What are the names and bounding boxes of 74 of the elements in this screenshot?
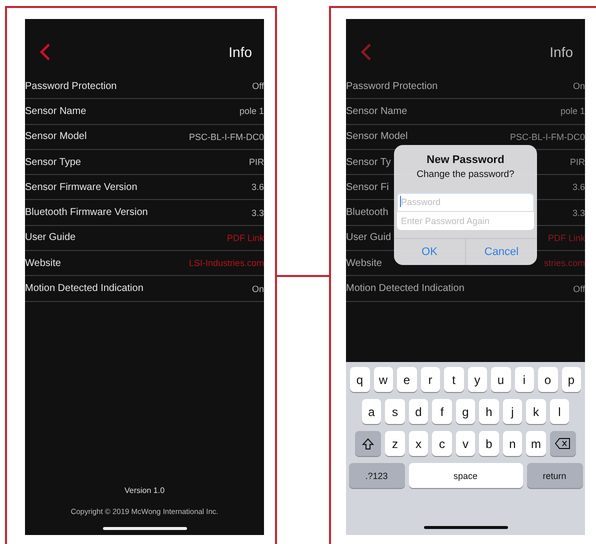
keyboard-key[interactable]: j	[502, 399, 522, 424]
keyboard-key[interactable]: b	[479, 431, 499, 456]
setting-value: pole 1	[560, 106, 585, 116]
setting-label: Sensor Model	[25, 131, 87, 142]
setting-label: Password Protection	[25, 80, 117, 92]
screen-title: Info	[550, 44, 573, 60]
keyboard-key[interactable]: w	[374, 367, 393, 392]
delete-key[interactable]	[550, 431, 576, 456]
setting-label: Sensor Name	[25, 106, 86, 117]
keyboard-key[interactable]: v	[456, 431, 476, 456]
setting-label: Motion Detected Indication	[346, 283, 464, 294]
setting-value: Off	[252, 81, 264, 92]
setting-value: 3.6	[572, 182, 585, 192]
keyboard-key[interactable]: k	[526, 399, 546, 424]
setting-label: User Guid	[346, 232, 392, 244]
keyboard-key[interactable]: s	[385, 399, 405, 424]
setting-value: On	[572, 81, 585, 92]
setting-value: PIR	[570, 157, 585, 168]
space-key[interactable]: space	[408, 463, 522, 488]
setting-value: Off	[573, 284, 585, 294]
keyboard-key[interactable]: r	[420, 367, 440, 392]
setting-label: User Guide	[25, 232, 76, 244]
keyboard-key[interactable]: a	[362, 399, 382, 424]
keyboard-key[interactable]: n	[502, 431, 522, 456]
mode-key[interactable]: .?123	[348, 463, 404, 488]
setting-value: PSC-BL-I-FM-DC0	[188, 132, 264, 142]
screen-title: Info	[228, 44, 252, 60]
keyboard-key[interactable]: p	[562, 367, 581, 392]
keyboard-key[interactable]: y	[468, 367, 487, 392]
keyboard-key[interactable]: i	[514, 367, 534, 392]
dialog-message: Change the password?	[416, 169, 514, 180]
setting-label: Sensor Name	[346, 106, 408, 117]
return-key[interactable]: return	[526, 463, 582, 488]
setting-value: 3.3	[251, 208, 264, 218]
setting-value: PSC-BL-I-FM-DC0	[510, 132, 585, 142]
keyboard-key[interactable]: t	[444, 367, 464, 392]
keyboard-key[interactable]: g	[456, 399, 476, 424]
keyboard-key[interactable]: h	[479, 399, 499, 424]
setting-label: Website	[346, 258, 382, 269]
setting-value: pole 1	[239, 106, 264, 116]
setting-value: 3.6	[251, 182, 264, 192]
setting-label: Motion Detected Indication	[25, 283, 144, 294]
shift-key[interactable]	[355, 431, 382, 456]
setting-label: Sensor Ty	[346, 156, 391, 168]
keyboard-key[interactable]: u	[491, 367, 510, 392]
password-field[interactable]: Enter Password Again	[397, 211, 534, 230]
dialog-title: New Password	[426, 154, 504, 166]
back-icon[interactable]	[39, 42, 51, 60]
keyboard-key[interactable]: m	[526, 431, 546, 456]
keyboard-key[interactable]: d	[408, 399, 428, 424]
keyboard-key[interactable]: x	[408, 431, 428, 456]
setting-value: PIR	[248, 157, 264, 168]
setting-label: Sensor Fi	[346, 182, 389, 193]
keyboard-key[interactable]: l	[550, 399, 570, 424]
setting-label: Password Protection	[346, 80, 438, 92]
keyboard-key[interactable]: e	[397, 367, 416, 392]
setting-label: Website	[25, 258, 61, 269]
keyboard-key[interactable]: f	[432, 399, 452, 424]
text-cursor	[400, 196, 401, 207]
setting-label: Sensor Model	[346, 131, 408, 142]
setting-label: Sensor Type	[25, 156, 81, 168]
keyboard-key[interactable]: c	[432, 431, 452, 456]
shift-icon	[362, 438, 374, 450]
version-text: Version 1.0	[124, 486, 165, 495]
keyboard-key[interactable]: o	[538, 367, 558, 392]
setting-value: On	[252, 284, 264, 294]
keyboard-key[interactable]: z	[385, 431, 405, 456]
setting-label: Sensor Firmware Version	[25, 182, 138, 193]
setting-label: Bluetooth Firmware Version	[25, 207, 148, 218]
setting-label: Bluetooth	[346, 207, 388, 218]
setting-value: 3.3	[572, 208, 585, 218]
backspace-icon	[555, 438, 570, 449]
password-field[interactable]: Password	[397, 192, 534, 212]
keyboard-key[interactable]: q	[350, 367, 370, 392]
